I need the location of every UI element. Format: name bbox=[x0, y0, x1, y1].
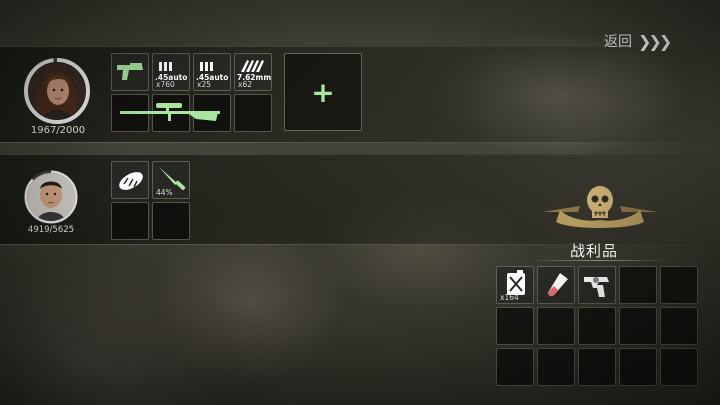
inventory-slot[interactable] bbox=[111, 53, 149, 91]
item-quantity: x760 bbox=[156, 80, 175, 89]
loot-title: 战利品 bbox=[570, 242, 619, 260]
skull-emblem-logo bbox=[542, 186, 658, 228]
chevron-right-icon: ❯❯❯ bbox=[638, 31, 672, 51]
avatar bbox=[29, 63, 85, 119]
female-survivor-portrait bbox=[29, 63, 85, 119]
item-quantity: x25 bbox=[197, 80, 211, 89]
inventory-slot[interactable] bbox=[234, 94, 272, 132]
hp-text: 4919/5625 bbox=[27, 225, 75, 235]
inventory-slot[interactable]: 44% bbox=[152, 161, 190, 199]
loot-slot[interactable] bbox=[578, 348, 616, 386]
inventory-slot[interactable] bbox=[111, 161, 149, 199]
loot-slot[interactable] bbox=[496, 307, 534, 345]
back-label: 返回 bbox=[604, 34, 632, 50]
back-button[interactable]: 返回 ❯❯❯ bbox=[604, 31, 672, 51]
loot-slot[interactable] bbox=[619, 307, 657, 345]
loot-slot[interactable] bbox=[660, 266, 698, 304]
divider bbox=[530, 260, 670, 261]
avatar bbox=[27, 173, 75, 221]
loot-slot[interactable] bbox=[619, 266, 657, 304]
item-quantity: x164 bbox=[500, 293, 519, 302]
loot-slot[interactable] bbox=[619, 348, 657, 386]
item-quantity: x62 bbox=[238, 80, 252, 89]
test-tube-icon bbox=[548, 273, 568, 297]
loot-slot[interactable] bbox=[537, 307, 575, 345]
loot-slot[interactable] bbox=[496, 348, 534, 386]
revolver-icon bbox=[584, 277, 609, 297]
loot-slot[interactable] bbox=[578, 307, 616, 345]
divider bbox=[0, 154, 720, 155]
loot-slot[interactable] bbox=[537, 266, 575, 304]
male-survivor-portrait bbox=[27, 173, 75, 221]
sniper-rifle-icon[interactable] bbox=[116, 97, 228, 129]
bread-icon bbox=[119, 172, 143, 190]
inventory-slot[interactable]: .45auto x25 bbox=[193, 53, 231, 91]
pistol-icon bbox=[117, 63, 143, 80]
inventory-slot[interactable] bbox=[152, 202, 190, 240]
divider bbox=[0, 142, 720, 143]
hp-text: 1967/2000 bbox=[30, 125, 86, 136]
loot-slot[interactable] bbox=[660, 348, 698, 386]
loot-slot[interactable] bbox=[537, 348, 575, 386]
loot-slot[interactable] bbox=[578, 266, 616, 304]
inventory-slot[interactable] bbox=[111, 202, 149, 240]
add-slot-button[interactable]: + bbox=[284, 53, 362, 131]
durability-percent: 44% bbox=[156, 188, 173, 197]
loot-slot[interactable] bbox=[660, 307, 698, 345]
inventory-slot[interactable]: .45auto x760 bbox=[152, 53, 190, 91]
plus-icon: + bbox=[311, 75, 335, 109]
loot-slot[interactable]: x164 bbox=[496, 266, 534, 304]
inventory-slot[interactable]: 7.62mm x62 bbox=[234, 53, 272, 91]
